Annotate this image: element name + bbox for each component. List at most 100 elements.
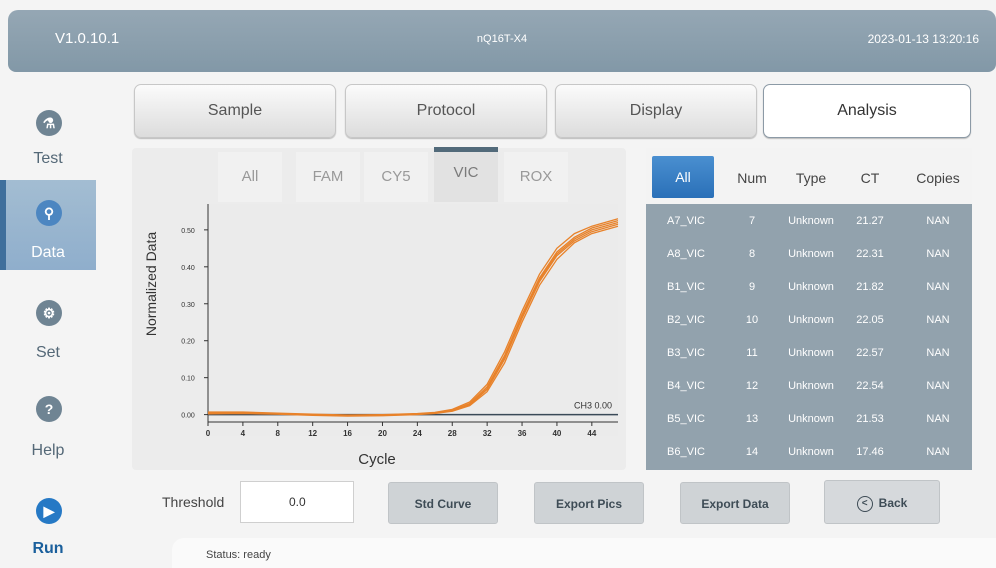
table-row[interactable]: B1_VIC 9 Unknown 21.82 NAN [646,270,972,303]
cell-type: Unknown [788,413,834,425]
channel-tab-all[interactable]: All [218,152,282,202]
sidebar-item-help[interactable]: ? Help [0,378,96,468]
help-icon: ? [36,396,62,422]
cell-sample: B4_VIC [667,380,705,392]
cell-ct: 21.82 [856,281,884,293]
cell-type: Unknown [788,347,834,359]
results-table-header: All Num Type CT Copies [646,148,972,204]
cell-ct: 17.46 [856,446,884,458]
channel-tab-rox[interactable]: ROX [504,152,568,202]
column-header-copies[interactable]: Copies [910,170,966,186]
sidebar-item-label: Set [35,344,60,361]
cell-sample: B5_VIC [667,413,705,425]
y-tick-label: 0.10 [181,376,195,383]
back-button[interactable]: < Back [824,480,940,524]
column-header-type[interactable]: Type [786,170,836,186]
threshold-label: Threshold [162,494,225,510]
tab-protocol[interactable]: Protocol [345,84,547,138]
channel-tab-vic[interactable]: VIC [434,147,498,202]
flask-icon: ⚗ [36,110,62,136]
sidebar-item-set[interactable]: ⚙ Set [0,280,96,370]
x-tick-label: 40 [552,429,561,438]
channel-tab-fam[interactable]: FAM [296,152,360,202]
table-row[interactable]: B2_VIC 10 Unknown 22.05 NAN [646,303,972,336]
export-data-button[interactable]: Export Data [680,482,790,524]
sidebar-item-test[interactable]: ⚗ Test [0,80,96,170]
back-label: Back [878,496,908,510]
cell-copies: NAN [926,248,950,260]
cell-ct: 21.53 [856,413,884,425]
cell-copies: NAN [926,281,950,293]
sidebar-item-label: Test [33,150,63,167]
sidebar: ⚗ Test ⚲ Data ⚙ Set ? Help ▶ Run [0,78,96,568]
cell-copies: NAN [926,314,950,326]
table-row[interactable]: B4_VIC 12 Unknown 22.54 NAN [646,369,972,402]
table-row[interactable]: B6_VIC 14 Unknown 17.46 NAN [646,435,972,468]
threshold-input[interactable]: 0.0 [240,481,354,523]
cell-copies: NAN [926,215,950,227]
search-icon: ⚲ [36,200,62,226]
cell-sample: B1_VIC [667,281,705,293]
gear-icon: ⚙ [36,300,62,326]
play-icon: ▶ [36,498,62,524]
back-arrow-icon: < [856,495,873,512]
x-tick-label: 20 [378,429,387,438]
tab-display[interactable]: Display [555,84,757,138]
cell-sample: B2_VIC [667,314,705,326]
x-tick-label: 24 [413,429,422,438]
y-tick-label: 0.00 [181,413,195,420]
cell-ct: 21.27 [856,215,884,227]
results-table-body: A7_VIC 7 Unknown 21.27 NAN A8_VIC 8 Unknown 22.3… [646,204,972,470]
column-header-num[interactable]: Num [734,170,770,186]
x-tick-label: 12 [308,429,317,438]
x-tick-label: 16 [343,429,352,438]
cell-ct: 22.31 [856,248,884,260]
cell-sample: B3_VIC [667,347,705,359]
sidebar-item-data[interactable]: ⚲ Data [0,180,96,270]
cell-num: 11 [746,347,758,359]
channel-tab-cy5[interactable]: CY5 [364,152,428,202]
sidebar-item-label: Data [31,244,65,261]
threshold-label: CH3 0.00 [574,401,612,411]
cell-copies: NAN [926,413,950,425]
table-row[interactable]: A7_VIC 7 Unknown 21.27 NAN [646,204,972,237]
cell-ct: 22.57 [856,347,884,359]
table-row[interactable]: B5_VIC 13 Unknown 21.53 NAN [646,402,972,435]
x-tick-label: 8 [276,429,281,438]
cell-copies: NAN [926,446,950,458]
sidebar-item-run[interactable]: ▶ Run [0,478,96,568]
cell-num: 9 [748,281,756,293]
cell-type: Unknown [788,215,834,227]
std-curve-button[interactable]: Std Curve [388,482,498,524]
sidebar-item-label: Help [31,442,65,459]
cell-num: 14 [745,446,759,458]
cell-sample: A7_VIC [667,215,705,227]
column-header-ct[interactable]: CT [850,170,890,186]
x-tick-label: 36 [518,429,527,438]
cell-sample: A8_VIC [667,248,705,260]
status-bar: Status: ready [172,538,996,568]
cell-num: 7 [748,215,756,227]
export-pics-button[interactable]: Export Pics [534,482,644,524]
x-tick-label: 0 [206,429,211,438]
tab-analysis[interactable]: Analysis [763,84,971,138]
cell-type: Unknown [788,446,834,458]
table-row[interactable]: B3_VIC 11 Unknown 22.57 NAN [646,336,972,369]
cell-type: Unknown [788,248,834,260]
cell-copies: NAN [926,380,950,392]
cell-type: Unknown [788,281,834,293]
cell-type: Unknown [788,314,834,326]
filter-all-button[interactable]: All [652,156,714,198]
cell-num: 8 [748,248,756,260]
device-model: nQ16T-X4 [476,33,528,45]
cell-ct: 22.05 [856,314,884,326]
cell-copies: NAN [926,347,950,359]
cell-sample: B6_VIC [667,446,705,458]
title-bar: V1.0.10.1 nQ16T-X4 2023-01-13 13:20:16 [8,10,996,72]
x-tick-label: 28 [448,429,457,438]
sidebar-item-label: Run [32,540,64,557]
y-tick-label: 0.30 [181,302,195,309]
tab-sample[interactable]: Sample [134,84,336,138]
cell-ct: 22.54 [856,380,884,392]
table-row[interactable]: A8_VIC 8 Unknown 22.31 NAN [646,237,972,270]
